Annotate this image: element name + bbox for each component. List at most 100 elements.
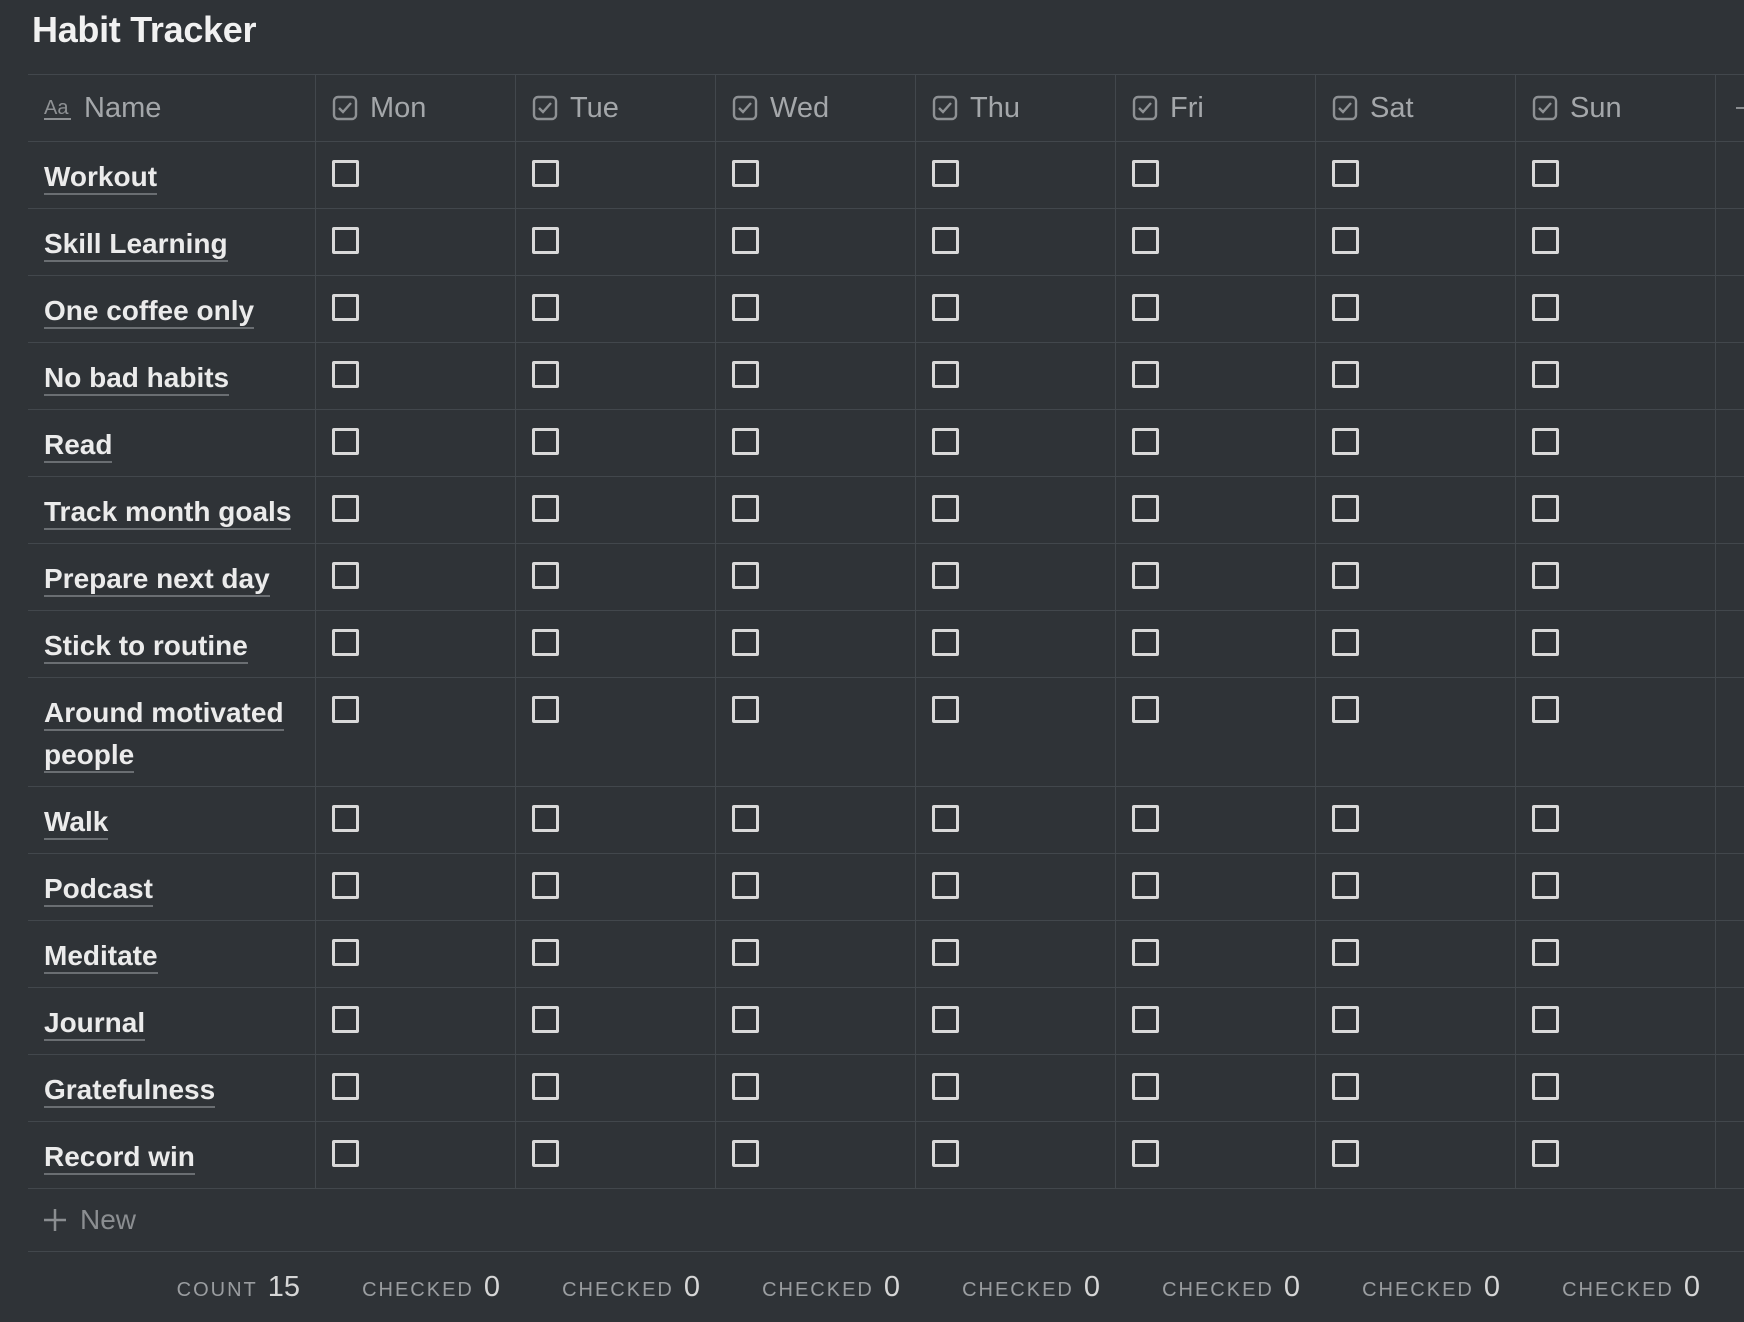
habit-checkbox[interactable] — [1532, 939, 1559, 966]
habit-name[interactable]: One coffee only — [44, 295, 255, 329]
habit-name[interactable]: Around motivated people — [44, 697, 284, 773]
habit-name-cell[interactable]: Track month goals — [28, 477, 316, 543]
habit-name[interactable]: Prepare next day — [44, 563, 270, 597]
habit-checkbox[interactable] — [1132, 629, 1159, 656]
habit-checkbox[interactable] — [1132, 939, 1159, 966]
habit-checkbox[interactable] — [1532, 562, 1559, 589]
habit-checkbox[interactable] — [1332, 562, 1359, 589]
habit-checkbox[interactable] — [1332, 361, 1359, 388]
column-header-name[interactable]: Aa Name — [28, 75, 316, 141]
habit-checkbox[interactable] — [932, 428, 959, 455]
habit-checkbox[interactable] — [532, 562, 559, 589]
habit-checkbox[interactable] — [732, 495, 759, 522]
habit-name-cell[interactable]: Skill Learning — [28, 209, 316, 275]
footer-checked-cell[interactable]: CHECKED 0 — [1316, 1271, 1516, 1304]
habit-checkbox[interactable] — [932, 1073, 959, 1100]
habit-name-cell[interactable]: Prepare next day — [28, 544, 316, 610]
habit-name[interactable]: Read — [44, 429, 113, 463]
habit-checkbox[interactable] — [1532, 696, 1559, 723]
footer-checked-cell[interactable]: CHECKED 0 — [1516, 1271, 1716, 1304]
habit-name-cell[interactable]: Workout — [28, 142, 316, 208]
habit-checkbox[interactable] — [532, 1140, 559, 1167]
habit-checkbox[interactable] — [332, 629, 359, 656]
habit-checkbox[interactable] — [932, 1140, 959, 1167]
habit-checkbox[interactable] — [1532, 872, 1559, 899]
habit-name-cell[interactable]: Read — [28, 410, 316, 476]
habit-checkbox[interactable] — [932, 294, 959, 321]
habit-checkbox[interactable] — [932, 872, 959, 899]
habit-checkbox[interactable] — [1132, 160, 1159, 187]
habit-checkbox[interactable] — [1132, 495, 1159, 522]
footer-checked-cell[interactable]: CHECKED 0 — [916, 1271, 1116, 1304]
habit-checkbox[interactable] — [732, 227, 759, 254]
habit-checkbox[interactable] — [932, 1006, 959, 1033]
column-header-thu[interactable]: Thu — [916, 75, 1116, 141]
footer-checked-cell[interactable]: CHECKED 0 — [516, 1271, 716, 1304]
column-header-wed[interactable]: Wed — [716, 75, 916, 141]
habit-checkbox[interactable] — [532, 495, 559, 522]
habit-checkbox[interactable] — [1532, 629, 1559, 656]
habit-checkbox[interactable] — [1132, 805, 1159, 832]
habit-checkbox[interactable] — [1532, 294, 1559, 321]
habit-checkbox[interactable] — [1532, 805, 1559, 832]
column-header-tue[interactable]: Tue — [516, 75, 716, 141]
habit-name-cell[interactable]: Record win — [28, 1122, 316, 1188]
habit-checkbox[interactable] — [532, 294, 559, 321]
habit-checkbox[interactable] — [732, 428, 759, 455]
habit-name[interactable]: Gratefulness — [44, 1074, 216, 1108]
habit-checkbox[interactable] — [332, 562, 359, 589]
habit-name-cell[interactable]: Gratefulness — [28, 1055, 316, 1121]
habit-checkbox[interactable] — [532, 160, 559, 187]
habit-checkbox[interactable] — [332, 294, 359, 321]
habit-checkbox[interactable] — [732, 294, 759, 321]
habit-checkbox[interactable] — [932, 805, 959, 832]
footer-checked-cell[interactable]: CHECKED 0 — [1116, 1271, 1316, 1304]
habit-name[interactable]: Track month goals — [44, 496, 292, 530]
column-header-fri[interactable]: Fri — [1116, 75, 1316, 141]
habit-checkbox[interactable] — [932, 696, 959, 723]
habit-checkbox[interactable] — [1332, 160, 1359, 187]
habit-checkbox[interactable] — [1132, 696, 1159, 723]
habit-checkbox[interactable] — [1332, 939, 1359, 966]
footer-count-cell[interactable]: COUNT 15 — [28, 1271, 316, 1304]
habit-checkbox[interactable] — [532, 227, 559, 254]
habit-checkbox[interactable] — [1332, 629, 1359, 656]
habit-checkbox[interactable] — [732, 361, 759, 388]
column-header-sat[interactable]: Sat — [1316, 75, 1516, 141]
footer-checked-cell[interactable]: CHECKED 0 — [316, 1271, 516, 1304]
habit-checkbox[interactable] — [1332, 294, 1359, 321]
habit-checkbox[interactable] — [932, 939, 959, 966]
habit-name[interactable]: Workout — [44, 161, 158, 195]
column-header-sun[interactable]: Sun — [1516, 75, 1716, 141]
habit-checkbox[interactable] — [532, 939, 559, 966]
add-column-button[interactable] — [1716, 75, 1744, 141]
habit-checkbox[interactable] — [532, 1073, 559, 1100]
habit-checkbox[interactable] — [1532, 428, 1559, 455]
habit-checkbox[interactable] — [1132, 1006, 1159, 1033]
habit-checkbox[interactable] — [1332, 805, 1359, 832]
footer-checked-cell[interactable]: CHECKED 0 — [716, 1271, 916, 1304]
habit-checkbox[interactable] — [732, 1006, 759, 1033]
habit-checkbox[interactable] — [1332, 1006, 1359, 1033]
habit-checkbox[interactable] — [332, 160, 359, 187]
habit-checkbox[interactable] — [1132, 562, 1159, 589]
habit-checkbox[interactable] — [1132, 227, 1159, 254]
habit-name-cell[interactable]: Stick to routine — [28, 611, 316, 677]
habit-checkbox[interactable] — [332, 227, 359, 254]
habit-checkbox[interactable] — [732, 562, 759, 589]
habit-checkbox[interactable] — [932, 562, 959, 589]
habit-checkbox[interactable] — [332, 495, 359, 522]
habit-checkbox[interactable] — [532, 1006, 559, 1033]
habit-name-cell[interactable]: One coffee only — [28, 276, 316, 342]
habit-checkbox[interactable] — [1332, 227, 1359, 254]
habit-checkbox[interactable] — [732, 696, 759, 723]
habit-checkbox[interactable] — [1132, 294, 1159, 321]
habit-checkbox[interactable] — [532, 872, 559, 899]
habit-checkbox[interactable] — [732, 805, 759, 832]
habit-name[interactable]: Podcast — [44, 873, 153, 907]
habit-checkbox[interactable] — [732, 629, 759, 656]
habit-checkbox[interactable] — [532, 428, 559, 455]
habit-checkbox[interactable] — [532, 696, 559, 723]
habit-name[interactable]: Skill Learning — [44, 228, 228, 262]
habit-checkbox[interactable] — [332, 428, 359, 455]
